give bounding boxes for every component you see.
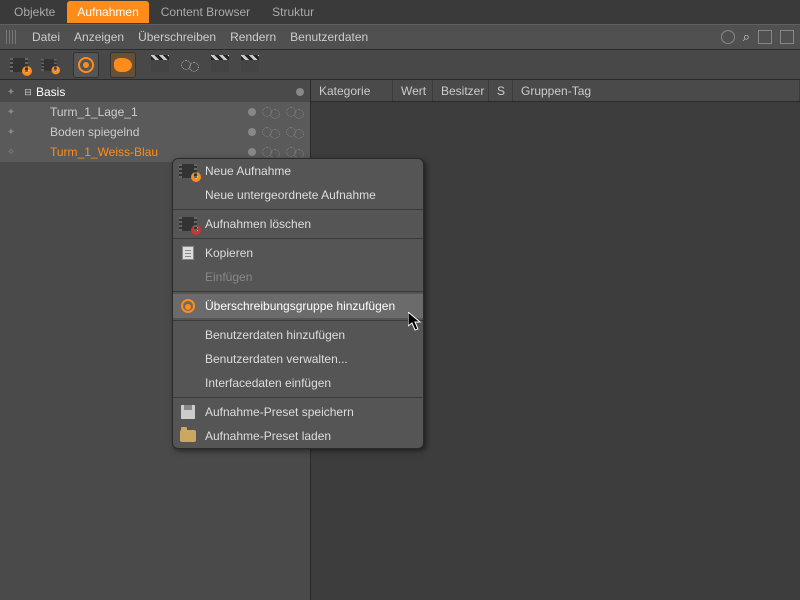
context-menu: +Neue Aufnahme Neue untergeordnete Aufna… — [172, 158, 424, 449]
cm-label: Neue untergeordnete Aufnahme — [205, 188, 376, 202]
crosshair-icon: ✦ — [0, 127, 22, 138]
search-icon[interactable]: ⌕ — [743, 29, 750, 45]
status-dot[interactable] — [248, 108, 256, 116]
tool-render-1[interactable] — [147, 52, 173, 78]
gear-icon[interactable] — [262, 125, 280, 139]
header-wert[interactable]: Wert — [393, 80, 433, 101]
separator — [173, 238, 423, 239]
collapse-icon[interactable]: ⊟ — [22, 87, 34, 98]
header-gruppentag[interactable]: Gruppen-Tag — [513, 80, 800, 101]
folder-icon — [180, 430, 196, 442]
cm-label: Benutzerdaten verwalten... — [205, 352, 348, 366]
separator — [173, 397, 423, 398]
cm-label: Interfacedaten einfügen — [205, 376, 331, 390]
cm-ueberschreibungsgruppe[interactable]: Überschreibungsgruppe hinzufügen — [173, 294, 423, 318]
tree-item-0[interactable]: ✦ Turm_1_Lage_1 — [0, 102, 310, 122]
cm-loeschen[interactable]: ×Aufnahmen löschen — [173, 212, 423, 236]
cm-neue-untergeordnete[interactable]: Neue untergeordnete Aufnahme — [173, 183, 423, 207]
gear-icon[interactable] — [262, 145, 280, 159]
separator — [173, 291, 423, 292]
gear-icon[interactable] — [262, 105, 280, 119]
cm-label: Aufnahme-Preset speichern — [205, 405, 354, 419]
tool-render-2[interactable] — [177, 52, 203, 78]
tool-override[interactable] — [73, 52, 99, 78]
tab-aufnahmen[interactable]: Aufnahmen — [67, 1, 148, 23]
cm-label: Aufnahmen löschen — [205, 217, 311, 231]
tab-struktur[interactable]: Struktur — [262, 1, 324, 23]
tool-render-3[interactable] — [207, 52, 233, 78]
override-icon — [181, 299, 195, 313]
status-dot[interactable] — [296, 88, 304, 96]
tab-objekte[interactable]: Objekte — [4, 1, 65, 23]
window-icon-1[interactable] — [758, 30, 772, 44]
cm-einfuegen: Einfügen — [173, 265, 423, 289]
grip-icon — [6, 30, 16, 44]
cm-label: Kopieren — [205, 246, 253, 260]
cm-label: Neue Aufnahme — [205, 164, 291, 178]
tree-item-label: Turm_1_Lage_1 — [48, 105, 138, 119]
menu-ueberschreiben[interactable]: Überschreiben — [138, 30, 216, 44]
menu-datei[interactable]: Datei — [32, 30, 60, 44]
tree-item-label: Boden spiegelnd — [48, 125, 139, 139]
tree-root-label: Basis — [34, 85, 65, 99]
crosshair-icon: ✧ — [0, 147, 22, 158]
help-icon[interactable] — [721, 30, 735, 44]
tool-render-4[interactable] — [237, 52, 263, 78]
tool-blob[interactable] — [110, 52, 136, 78]
separator — [173, 209, 423, 210]
header-kategorie[interactable]: Kategorie — [311, 80, 393, 101]
cm-label: Überschreibungsgruppe hinzufügen — [205, 299, 395, 313]
window-icon-2[interactable] — [780, 30, 794, 44]
menu-anzeigen[interactable]: Anzeigen — [74, 30, 124, 44]
toolbar: + + — [0, 50, 800, 80]
tab-content-browser[interactable]: Content Browser — [151, 1, 260, 23]
tree-item-label: Turm_1_Weiss-Blau — [48, 145, 158, 159]
cm-interfacedaten[interactable]: Interfacedaten einfügen — [173, 371, 423, 395]
save-icon — [181, 405, 195, 419]
crosshair-icon: ✦ — [0, 107, 22, 118]
tool-new-take[interactable]: + — [6, 52, 32, 78]
gear-icon[interactable] — [286, 105, 304, 119]
tree-root-row[interactable]: ✦ ⊟ Basis — [0, 82, 310, 102]
menu-rendern[interactable]: Rendern — [230, 30, 276, 44]
cm-benutzerdaten-add[interactable]: Benutzerdaten hinzufügen — [173, 323, 423, 347]
status-dot[interactable] — [248, 128, 256, 136]
cm-label: Einfügen — [205, 270, 252, 284]
header-besitzer[interactable]: Besitzer — [433, 80, 489, 101]
cm-benutzerdaten-verwalten[interactable]: Benutzerdaten verwalten... — [173, 347, 423, 371]
status-dot[interactable] — [248, 148, 256, 156]
cm-preset-speichern[interactable]: Aufnahme-Preset speichern — [173, 400, 423, 424]
cm-kopieren[interactable]: Kopieren — [173, 241, 423, 265]
header-s[interactable]: S — [489, 80, 513, 101]
cm-label: Benutzerdaten hinzufügen — [205, 328, 345, 342]
top-tabs: Objekte Aufnahmen Content Browser Strukt… — [0, 0, 800, 24]
gear-icon[interactable] — [286, 145, 304, 159]
crosshair-icon: ✦ — [0, 87, 22, 98]
menu-benutzerdaten[interactable]: Benutzerdaten — [290, 30, 368, 44]
gear-icon[interactable] — [286, 125, 304, 139]
tree-item-1[interactable]: ✦ Boden spiegelnd — [0, 122, 310, 142]
separator — [173, 320, 423, 321]
tool-new-subtake[interactable]: + — [36, 52, 62, 78]
column-headers: Kategorie Wert Besitzer S Gruppen-Tag — [311, 80, 800, 102]
copy-icon — [182, 246, 194, 260]
cm-label: Aufnahme-Preset laden — [205, 429, 331, 443]
cm-preset-laden[interactable]: Aufnahme-Preset laden — [173, 424, 423, 448]
menubar: Datei Anzeigen Überschreiben Rendern Ben… — [0, 24, 800, 50]
cm-neue-aufnahme[interactable]: +Neue Aufnahme — [173, 159, 423, 183]
